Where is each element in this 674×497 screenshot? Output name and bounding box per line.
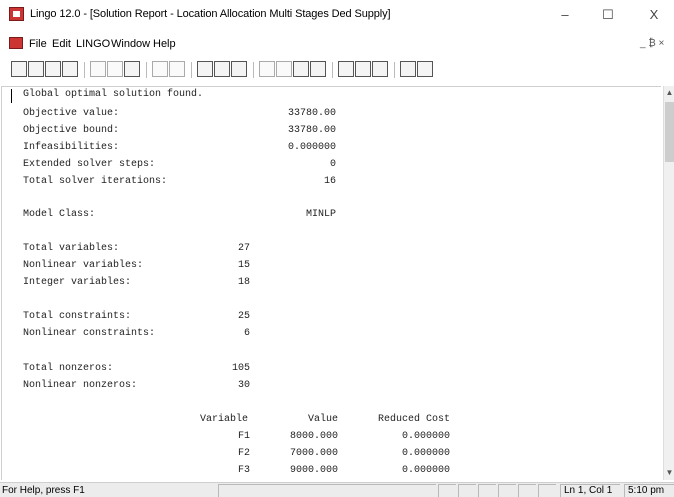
status-help-text: For Help, press F1: [2, 485, 85, 496]
status-pane: [438, 484, 456, 497]
scrollbar-thumb[interactable]: [665, 102, 674, 162]
variables-value: 27: [237, 243, 250, 254]
lingo-app-icon[interactable]: [9, 7, 24, 21]
table-row-variable: F2: [237, 448, 250, 459]
variables-label: Integer variables:: [23, 277, 132, 288]
context-help-icon[interactable]: [417, 61, 433, 77]
goto-line-icon[interactable]: [214, 61, 230, 77]
constraints-label: Nonlinear constraints:: [23, 328, 156, 339]
minimize-button[interactable]: –: [545, 3, 585, 27]
close-all-icon[interactable]: [310, 61, 326, 77]
maximize-button[interactable]: ☐: [588, 3, 628, 27]
toolbar-separator: [84, 62, 85, 78]
nonzeros-value: 105: [231, 363, 250, 374]
solve-icon[interactable]: [259, 61, 275, 77]
send-to-back-icon[interactable]: [355, 61, 371, 77]
menu-help[interactable]: Help: [153, 38, 176, 50]
table-row-value: 9000.000: [289, 465, 338, 476]
document-system-menu-icon[interactable]: [9, 37, 23, 49]
stat-value: 0: [329, 159, 336, 170]
new-file-icon[interactable]: [11, 61, 27, 77]
window-title: Lingo 12.0 - [Solution Report - Location…: [30, 8, 391, 20]
scroll-up-icon[interactable]: ▲: [665, 88, 674, 98]
solution-icon[interactable]: [276, 61, 292, 77]
stat-value: 0.000000: [287, 142, 336, 153]
find-icon[interactable]: [197, 61, 213, 77]
status-pane: [218, 484, 436, 497]
status-bar: For Help, press F1 Ln 1, Col 1 5:10 pm: [0, 482, 674, 497]
stat-value: 16: [323, 176, 336, 187]
variables-value: 18: [237, 277, 250, 288]
stat-label: Objective bound:: [23, 125, 120, 136]
nonzeros-label: Nonlinear nonzeros:: [23, 380, 138, 391]
status-pane: [478, 484, 496, 497]
constraints-label: Total constraints:: [23, 311, 132, 322]
toolbar-separator: [146, 62, 147, 78]
table-row-reduced-cost: 0.000000: [401, 465, 450, 476]
report-header: Global optimal solution found.: [23, 89, 204, 100]
title-bar: Lingo 12.0 - [Solution Report - Location…: [0, 0, 674, 30]
undo-icon[interactable]: [152, 61, 168, 77]
stat-label: Extended solver steps:: [23, 159, 156, 170]
toolbar: [0, 57, 674, 83]
scroll-down-icon[interactable]: ▼: [665, 468, 674, 478]
status-pane: [498, 484, 516, 497]
menu-window[interactable]: Window: [111, 38, 150, 50]
stat-value: 33780.00: [287, 125, 336, 136]
model-class-value: MINLP: [305, 209, 336, 220]
status-pane: [458, 484, 476, 497]
paste-icon[interactable]: [124, 61, 140, 77]
nonzeros-label: Total nonzeros:: [23, 363, 114, 374]
table-row-reduced-cost: 0.000000: [401, 448, 450, 459]
toolbar-separator: [253, 62, 254, 78]
menu-file[interactable]: File: [29, 38, 47, 50]
table-row-value: 7000.000: [289, 448, 338, 459]
constraints-value: 25: [237, 311, 250, 322]
menu-edit[interactable]: Edit: [52, 38, 71, 50]
stat-label: Objective value:: [23, 108, 120, 119]
tile-windows-icon[interactable]: [338, 61, 354, 77]
toolbar-separator: [332, 62, 333, 78]
mdi-window-controls[interactable]: _ ₿ ×: [640, 38, 664, 49]
status-clock: 5:10 pm: [624, 484, 674, 497]
table-header-value: Value: [307, 414, 338, 425]
print-icon[interactable]: [62, 61, 78, 77]
vertical-scrollbar[interactable]: ▲ ▼: [663, 86, 674, 480]
stat-value: 33780.00: [287, 108, 336, 119]
nonzeros-value: 30: [237, 380, 250, 391]
close-button[interactable]: X: [634, 3, 674, 27]
redo-icon[interactable]: [169, 61, 185, 77]
copy-icon[interactable]: [107, 61, 123, 77]
model-class-label: Model Class:: [23, 209, 96, 220]
menu-lingo[interactable]: LINGO: [76, 38, 110, 50]
table-row-variable: F1: [237, 431, 250, 442]
status-pane: [538, 484, 556, 497]
constraints-value: 6: [243, 328, 250, 339]
cascade-icon[interactable]: [372, 61, 388, 77]
menu-bar: File Edit LINGO Window Help _ ₿ ×: [0, 32, 674, 54]
table-row-reduced-cost: 0.000000: [401, 431, 450, 442]
solution-report-editor[interactable]: Global optimal solution found. Objective…: [1, 86, 661, 480]
status-pane: [518, 484, 536, 497]
options-icon[interactable]: [293, 61, 309, 77]
status-cursor-position: Ln 1, Col 1: [560, 484, 620, 497]
table-row-value: 8000.000: [289, 431, 338, 442]
toolbar-separator: [394, 62, 395, 78]
open-folder-icon[interactable]: [28, 61, 44, 77]
variables-label: Total variables:: [23, 243, 120, 254]
stat-label: Infeasibilities:: [23, 142, 120, 153]
table-header-reduced-cost: Reduced Cost: [377, 414, 450, 425]
variables-label: Nonlinear variables:: [23, 260, 144, 271]
text-caret: [11, 89, 12, 103]
variables-value: 15: [237, 260, 250, 271]
help-topics-icon[interactable]: [400, 61, 416, 77]
stat-label: Total solver iterations:: [23, 176, 168, 187]
save-icon[interactable]: [45, 61, 61, 77]
match-parenthesis-icon[interactable]: [231, 61, 247, 77]
table-row-variable: F3: [237, 465, 250, 476]
toolbar-separator: [191, 62, 192, 78]
table-header-variable: Variable: [200, 414, 249, 425]
cut-icon[interactable]: [90, 61, 106, 77]
